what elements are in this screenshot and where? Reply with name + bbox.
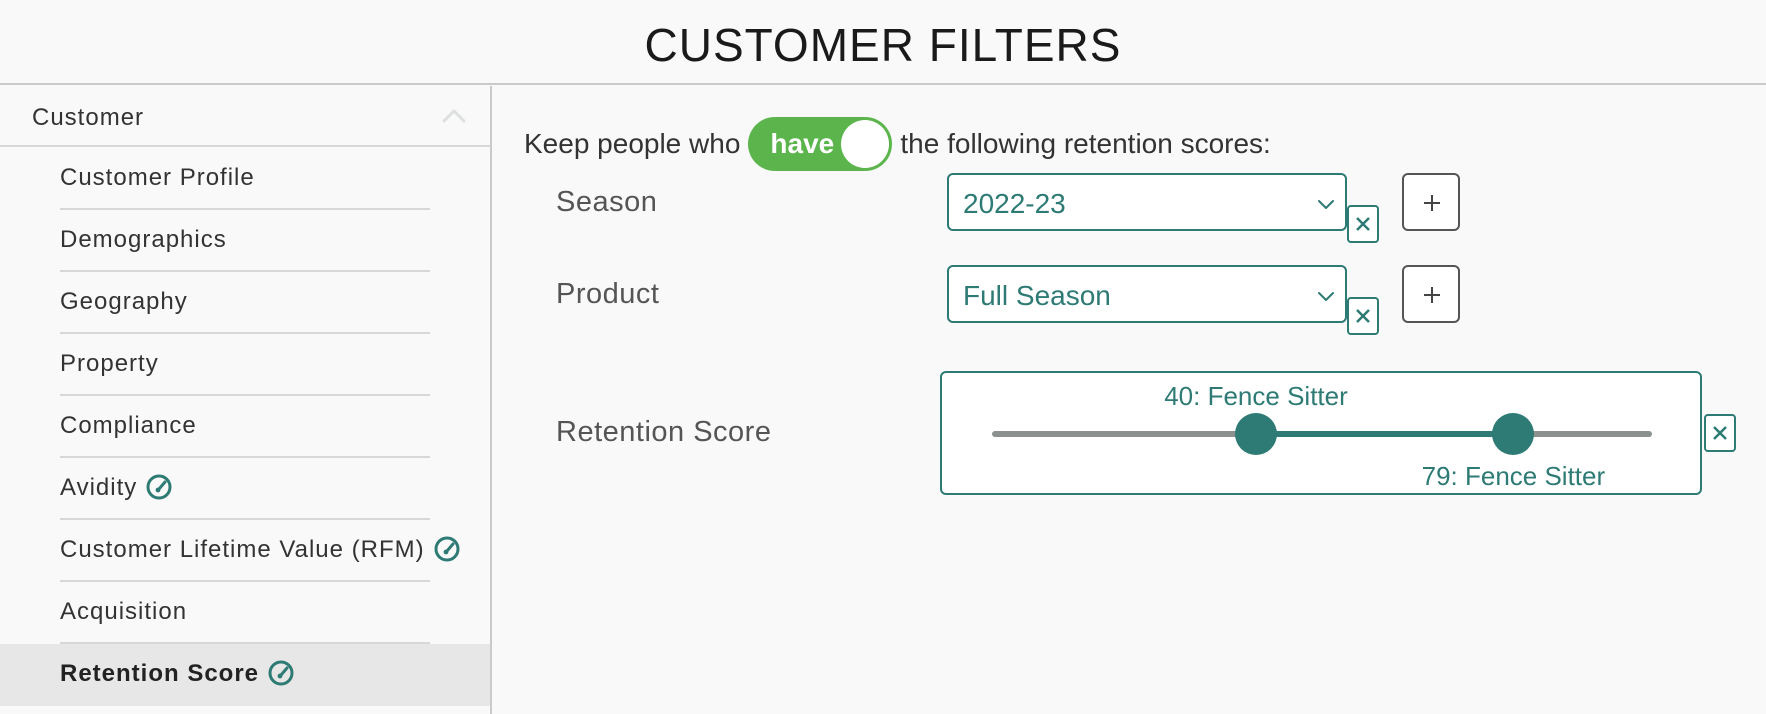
sidebar-item-label: Customer Profile (60, 164, 255, 191)
filter-panel: Keep people who have the following reten… (494, 86, 1766, 714)
season-select[interactable]: 2022-23 (947, 173, 1347, 231)
sidebar-item-demographics[interactable]: Demographics (0, 210, 490, 272)
sidebar-item-label: Acquisition (60, 598, 188, 625)
sidebar-item-compliance[interactable]: Compliance (0, 396, 490, 458)
low-value-label: 40: Fence Sitter (1164, 381, 1348, 411)
add-season-button[interactable] (1402, 173, 1460, 231)
keep-sentence: Keep people who have the following reten… (524, 116, 1271, 172)
sidebar-item-label-wrap: Compliance (60, 412, 197, 440)
sidebar-item-inner: Customer Lifetime Value (RFM) (60, 520, 460, 582)
product-select[interactable]: Full Season (947, 265, 1347, 323)
close-icon (1356, 309, 1370, 323)
sidebar-items: Customer Profile Demographics Geography Pro… (0, 148, 490, 706)
page-title: CUSTOMER FILTERS (644, 19, 1122, 71)
chevron-up-icon[interactable] (440, 102, 468, 130)
gauge-icon (267, 659, 295, 687)
sidebar-item-label: Property (60, 350, 159, 377)
keep-prefix: Keep people who (524, 128, 741, 159)
sidebar-item-label-wrap: Acquisition (60, 598, 187, 626)
sidebar-item-inner: Property (60, 334, 430, 396)
sidebar-item-inner: Avidity (60, 458, 430, 520)
sidebar-item-label-wrap: Avidity (60, 474, 173, 503)
toggle-knob (841, 120, 890, 168)
product-value: Full Season (963, 280, 1111, 311)
chevron-down-icon (1318, 292, 1334, 301)
sidebar-category-customer[interactable]: Customer (0, 86, 490, 147)
gauge-icon (145, 473, 173, 501)
sidebar-item-inner: Demographics (60, 210, 430, 272)
sidebar-item-customer-profile[interactable]: Customer Profile (0, 148, 490, 210)
sidebar-item-label-wrap: Customer Profile (60, 164, 255, 192)
sidebar-item-label-wrap: Geography (60, 288, 188, 316)
sidebar-item-customer-lifetime-value-rfm[interactable]: Customer Lifetime Value (RFM) (0, 520, 490, 582)
page-header: CUSTOMER FILTERS (0, 0, 1766, 85)
remove-product-button[interactable] (1347, 297, 1379, 335)
toggle-label: have (770, 128, 835, 159)
sidebar-item-label: Avidity (60, 474, 138, 501)
sidebar-item-acquisition[interactable]: Acquisition (0, 582, 490, 644)
high-value-label: 79: Fence Sitter (1421, 461, 1606, 491)
sidebar-item-label: Compliance (60, 412, 197, 439)
sidebar-item-geography[interactable]: Geography (0, 272, 490, 334)
have-toggle[interactable]: have (748, 117, 893, 171)
sidebar-item-inner: Geography (60, 272, 430, 334)
plus-icon (1424, 195, 1440, 211)
sidebar-item-inner: Retention Score (60, 644, 430, 706)
sidebar-item-inner: Compliance (60, 396, 430, 458)
slider-track[interactable] (992, 431, 1652, 437)
slider-range-fill (1256, 431, 1514, 437)
sidebar-item-retention-score[interactable]: Retention Score (0, 644, 490, 706)
sidebar-item-label-wrap: Retention Score (60, 660, 295, 689)
add-product-button[interactable] (1402, 265, 1460, 323)
plus-icon (1424, 287, 1440, 303)
sidebar-item-label-wrap: Property (60, 350, 159, 378)
sidebar-item-label: Demographics (60, 226, 227, 253)
retention-score-slider: 40: Fence Sitter 79: Fence Sitter (940, 371, 1702, 495)
keep-suffix: the following retention scores: (900, 128, 1271, 159)
sidebar-item-label-wrap: Customer Lifetime Value (RFM) (60, 536, 461, 565)
slider-thumb-high[interactable] (1492, 413, 1535, 455)
sidebar-item-inner: Acquisition (60, 582, 430, 644)
product-label: Product (556, 278, 660, 310)
close-icon (1356, 217, 1370, 231)
sidebar-item-avidity[interactable]: Avidity (0, 458, 490, 520)
sidebar-item-label: Geography (60, 288, 188, 315)
sidebar: Customer Customer Profile Demographics Geo… (0, 86, 492, 714)
slider-thumb-low[interactable] (1235, 413, 1277, 455)
season-label: Season (556, 186, 658, 218)
sidebar-item-label: Retention Score (60, 660, 260, 687)
sidebar-item-label: Customer Lifetime Value (RFM) (60, 536, 425, 563)
sidebar-item-label-wrap: Demographics (60, 226, 227, 254)
gauge-icon (433, 535, 461, 563)
retention-score-label: Retention Score (556, 416, 772, 448)
chevron-down-icon (1318, 200, 1334, 209)
sidebar-category-label: Customer (32, 104, 145, 131)
close-icon (1713, 426, 1727, 440)
sidebar-item-inner: Customer Profile (60, 148, 430, 210)
remove-season-button[interactable] (1347, 205, 1379, 243)
remove-retention-button[interactable] (1704, 414, 1736, 452)
season-value: 2022-23 (963, 188, 1066, 219)
sidebar-item-property[interactable]: Property (0, 334, 490, 396)
